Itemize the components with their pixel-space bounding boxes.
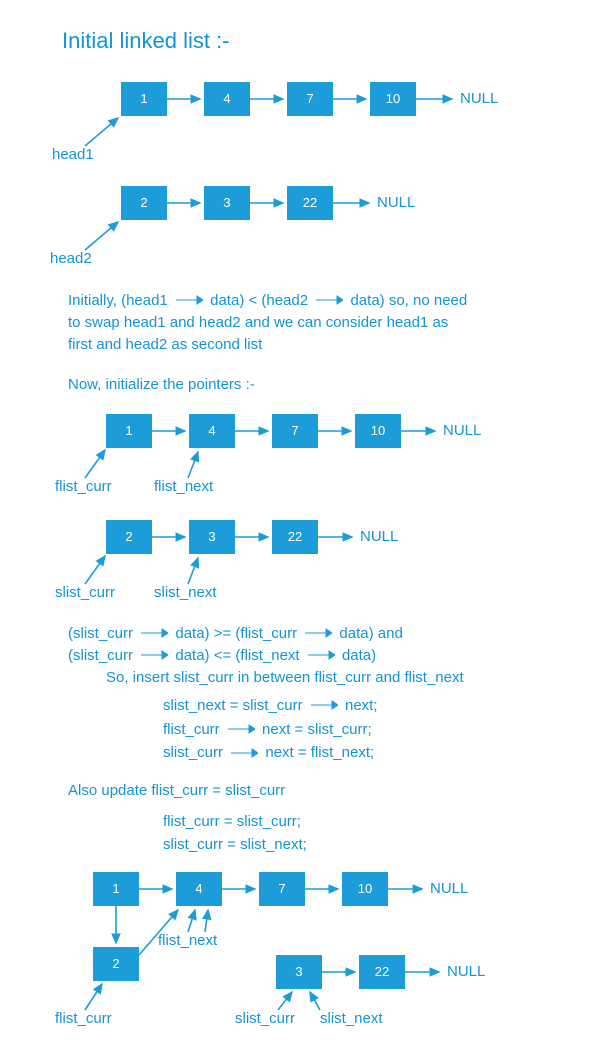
subtitle2: Also update flist_curr = slist_curr [68,780,285,802]
arrow-icon [310,694,338,717]
list2-node-2: 22 [287,186,333,220]
list1-node-2: 7 [287,82,333,116]
arrow-icon [304,623,332,645]
slist-node-2: 22 [272,520,318,554]
arrow-icon [140,623,168,645]
code2-l2: slist_curr = slist_next; [163,836,307,853]
diagram-page: Initial linked list :- 1 4 7 10 NULL hea… [0,0,595,1050]
cond-l1a: (slist_curr [68,625,133,642]
code1-l3b: next = flist_next; [265,744,374,761]
cond-l3: So, insert slist_curr in between flist_c… [106,669,464,686]
flist-next-label2: flist_next [158,932,217,949]
final-node-2: 2 [93,947,139,981]
arrow-icon [227,718,255,741]
p1-l1a: Initially, (head1 [68,292,168,309]
arrow-icon [175,290,203,312]
cond-l1b: data) >= (flist_curr [175,625,297,642]
final-node-10: 10 [342,872,388,906]
arrow-icon [230,742,258,765]
list1-node-1: 4 [204,82,250,116]
slist-next-label1: slist_next [154,584,217,601]
paragraph1: Initially, (head1 data) < (head2 data) s… [68,290,467,355]
flist-node-0: 1 [106,414,152,448]
flist-node-2: 7 [272,414,318,448]
code2-l1: flist_curr = slist_curr; [163,813,301,830]
code1-l2b: next = slist_curr; [262,721,372,738]
p1-l1c: data) so, no need [350,292,467,309]
slist-next-label2: slist_next [320,1010,383,1027]
head2-label: head2 [50,250,92,267]
p1-l3: first and head2 as second list [68,336,262,353]
final-null-1: NULL [430,880,468,897]
slist-node-1: 3 [189,520,235,554]
slist-node-0: 2 [106,520,152,554]
code1-l1b: next; [345,697,378,714]
list1-node-0: 1 [121,82,167,116]
code-block-2: flist_curr = slist_curr; slist_curr = sl… [163,810,307,857]
flist-curr-label2: flist_curr [55,1010,112,1027]
final-node-4: 4 [176,872,222,906]
page-title: Initial linked list :- [62,28,230,54]
list2-null: NULL [377,194,415,211]
code-block-1: slist_next = slist_curr next; flist_curr… [163,694,378,765]
condition-text: (slist_curr data) >= (flist_curr data) a… [68,623,464,689]
list1-node-3: 10 [370,82,416,116]
final-node-7: 7 [259,872,305,906]
head1-label: head1 [52,146,94,163]
arrow-icon [140,645,168,667]
arrow-icon [315,290,343,312]
subtitle1: Now, initialize the pointers :- [68,374,255,396]
flist-node-1: 4 [189,414,235,448]
slist-curr-label2: slist_curr [235,1010,295,1027]
code1-l2a: flist_curr [163,721,220,738]
slist-null: NULL [360,528,398,545]
cond-l1c: data) and [339,625,402,642]
flist-next-label1: flist_next [154,478,213,495]
cond-l2a: (slist_curr [68,647,133,664]
final-null-2: NULL [447,963,485,980]
code1-l3a: slist_curr [163,744,223,761]
list2-node-0: 2 [121,186,167,220]
list2-node-1: 3 [204,186,250,220]
final-node-3: 3 [276,955,322,989]
p1-l2: to swap head1 and head2 and we can consi… [68,314,448,331]
flist-node-3: 10 [355,414,401,448]
list1-null: NULL [460,90,498,107]
cond-l2c: data) [342,647,376,664]
p1-l1b: data) < (head2 [210,292,308,309]
slist-curr-label1: slist_curr [55,584,115,601]
final-node-22: 22 [359,955,405,989]
flist-curr-label1: flist_curr [55,478,112,495]
cond-l2b: data) <= (flist_next [175,647,299,664]
final-node-1: 1 [93,872,139,906]
code1-l1a: slist_next = slist_curr [163,697,303,714]
flist-null: NULL [443,422,481,439]
arrow-icon [307,645,335,667]
